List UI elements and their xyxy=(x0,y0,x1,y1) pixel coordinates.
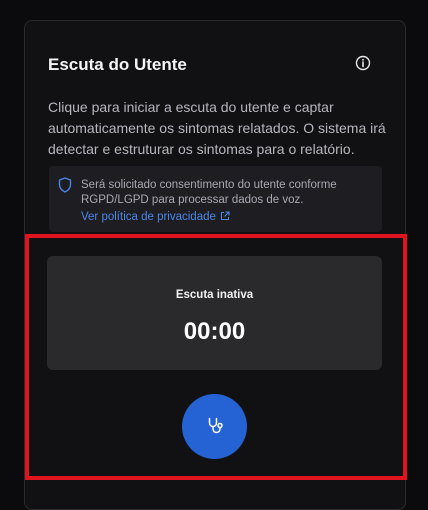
panel-title: Escuta do Utente xyxy=(48,55,187,74)
privacy-policy-link-label: Ver política de privacidade xyxy=(81,211,216,223)
consent-notice-text: Será solicitado consentimento do utente … xyxy=(81,179,337,206)
panel-description: Clique para iniciar a escuta do utente e… xyxy=(48,99,386,157)
privacy-policy-link[interactable]: Ver política de privacidade xyxy=(81,210,230,225)
listening-timer: 00:00 xyxy=(183,318,246,345)
info-icon[interactable] xyxy=(355,55,371,71)
listening-status-box: Escuta inativa 00:00 xyxy=(47,256,382,370)
start-listening-button[interactable] xyxy=(182,394,247,459)
consent-notice: Será solicitado consentimento do utente … xyxy=(49,166,382,232)
listening-status: Escuta inativa xyxy=(175,289,254,301)
external-link-icon xyxy=(220,211,230,221)
shield-icon xyxy=(58,177,72,193)
